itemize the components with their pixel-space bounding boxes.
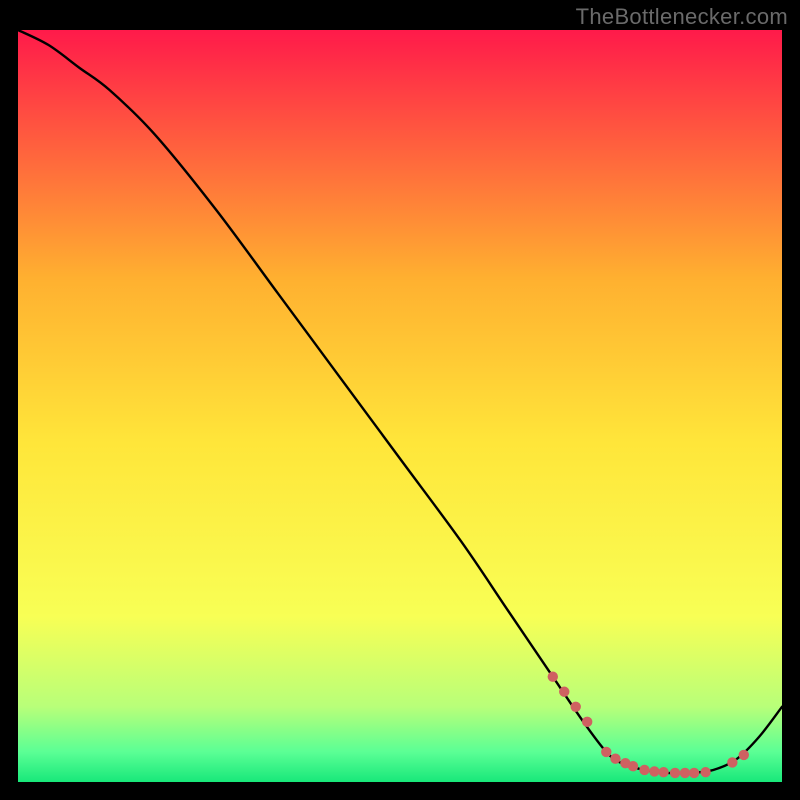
marker-point	[689, 768, 699, 778]
bottleneck-chart	[18, 30, 782, 782]
marker-point	[571, 702, 581, 712]
marker-point	[548, 672, 558, 682]
marker-point	[559, 687, 569, 697]
marker-point	[739, 750, 749, 760]
marker-point	[700, 767, 710, 777]
watermark-text: TheBottlenecker.com	[576, 4, 788, 30]
marker-point	[670, 768, 680, 778]
marker-point	[680, 768, 690, 778]
marker-point	[658, 767, 668, 777]
gradient-bg	[18, 30, 782, 782]
marker-point	[727, 757, 737, 767]
marker-point	[601, 747, 611, 757]
plot-area	[18, 30, 782, 782]
marker-point	[610, 753, 620, 763]
marker-point	[582, 717, 592, 727]
marker-point	[628, 761, 638, 771]
marker-point	[639, 765, 649, 775]
chart-frame: TheBottlenecker.com	[0, 0, 800, 800]
marker-point	[649, 766, 659, 776]
